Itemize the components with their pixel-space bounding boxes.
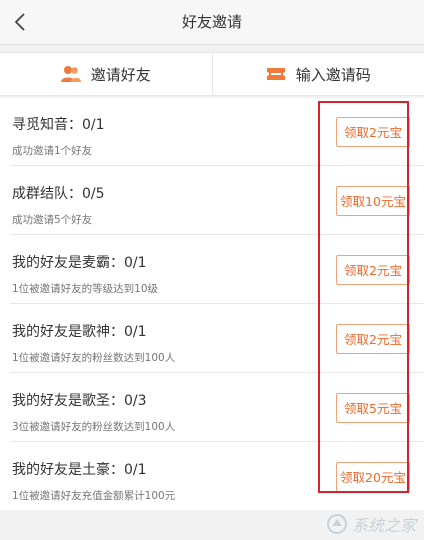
claim-reward-button[interactable]: 领取2元宝: [336, 324, 410, 354]
back-button[interactable]: [0, 0, 40, 44]
row-divider: [10, 165, 424, 166]
chevron-left-icon: [14, 13, 25, 31]
tab-invite-friends[interactable]: 邀请好友: [0, 53, 212, 95]
invite-tabs: 邀请好友 输入邀请码: [0, 52, 424, 96]
tab-enter-invite-code-label: 输入邀请码: [295, 65, 371, 84]
task-list: 寻觅知音：0/1 成功邀请1个好友 领取2元宝 成群结队：0/5 成功邀请5个好…: [0, 98, 424, 510]
task-row: 成群结队：0/5 成功邀请5个好友 领取10元宝: [0, 167, 424, 235]
task-row: 寻觅知音：0/1 成功邀请1个好友 领取2元宝: [0, 98, 424, 166]
claim-reward-button[interactable]: 领取10元宝: [336, 186, 410, 216]
task-desc: 1位被邀请好友的粉丝数达到100人: [12, 352, 176, 364]
header-bar: 好友邀请: [0, 0, 424, 45]
ticket-icon: [266, 68, 285, 80]
tab-enter-invite-code[interactable]: 输入邀请码: [211, 53, 424, 95]
claim-reward-button[interactable]: 领取5元宝: [336, 393, 410, 423]
task-name: 我的好友是麦霸：0/1: [12, 255, 147, 271]
task-name: 寻觅知音：0/1: [12, 117, 105, 133]
tab-invite-friends-label: 邀请好友: [90, 65, 151, 84]
task-row: 我的好友是土豪：0/1 1位被邀请好友充值金额累计100元 领取20元宝: [0, 443, 424, 511]
task-row: 我的好友是麦霸：0/1 1位被邀请好友的等级达到10级 领取2元宝: [0, 236, 424, 304]
claim-reward-button[interactable]: 领取2元宝: [336, 117, 410, 147]
friends-icon: [60, 66, 81, 82]
row-divider: [10, 441, 424, 442]
watermark-logo-icon: [326, 514, 347, 534]
page-title: 好友邀请: [181, 13, 242, 31]
task-row: 我的好友是歌神：0/1 1位被邀请好友的粉丝数达到100人 领取2元宝: [0, 305, 424, 373]
watermark: 系统之家: [326, 512, 416, 536]
task-desc: 成功邀请5个好友: [12, 214, 93, 226]
task-desc: 1位被邀请好友的等级达到10级: [12, 283, 159, 295]
task-name: 我的好友是歌神：0/1: [12, 324, 147, 340]
task-desc: 成功邀请1个好友: [12, 145, 93, 157]
row-divider: [10, 372, 424, 373]
claim-reward-button[interactable]: 领取20元宝: [336, 462, 410, 492]
task-name: 成群结队：0/5: [12, 186, 105, 202]
task-name: 我的好友是土豪：0/1: [12, 462, 147, 478]
row-divider: [10, 303, 424, 304]
task-row: 我的好友是歌圣：0/3 3位被邀请好友的粉丝数达到100人 领取5元宝: [0, 374, 424, 442]
claim-reward-button[interactable]: 领取2元宝: [336, 255, 410, 285]
task-name: 我的好友是歌圣：0/3: [12, 393, 147, 409]
watermark-text: 系统之家: [351, 516, 416, 535]
row-divider: [10, 234, 424, 235]
task-desc: 1位被邀请好友充值金额累计100元: [12, 490, 176, 502]
task-desc: 3位被邀请好友的粉丝数达到100人: [12, 421, 176, 433]
